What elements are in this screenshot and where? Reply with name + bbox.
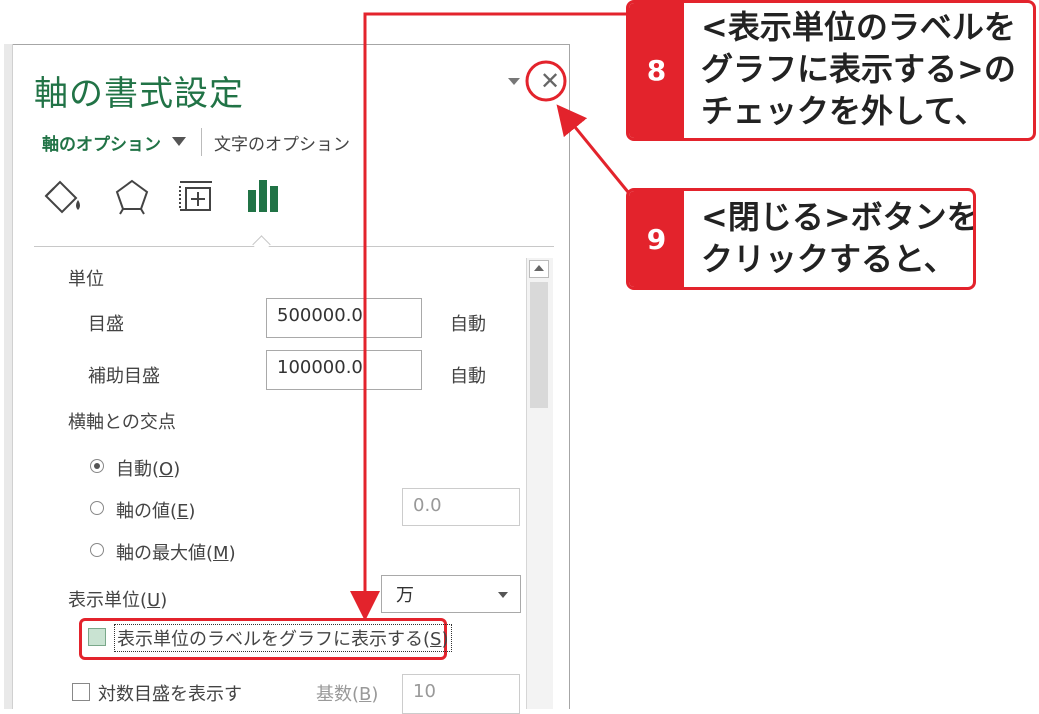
callout-step-9: 9 <閉じる>ボタンを クリックすると、 [626,188,976,290]
callout-line: <閉じる>ボタンを [701,198,976,236]
callout-line: クリックすると、 [701,240,956,278]
arrow-step-8 [350,12,628,621]
close-button-highlight-circle [525,60,567,102]
callout-line: チェックを外して、 [701,92,987,130]
callout-line: グラフに表示する>の [701,50,1016,88]
callout-number: 9 [629,191,684,287]
callout-number: 8 [629,3,684,138]
callout-line: <表示単位のラベルを [701,8,1016,46]
arrow-step-9 [556,104,630,193]
callout-step-8: 8 <表示単位のラベルを グラフに表示する>の チェックを外して、 [626,0,1036,141]
